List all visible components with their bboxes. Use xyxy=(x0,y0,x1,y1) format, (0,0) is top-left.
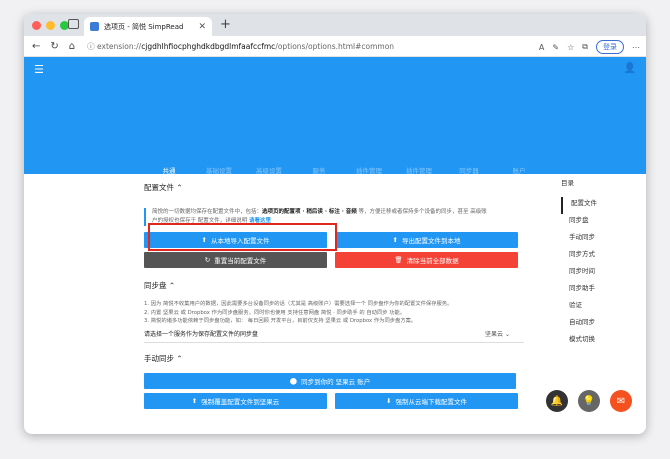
toc-item[interactable]: 同步盘 xyxy=(561,214,597,231)
toc-item[interactable]: 配置文件 xyxy=(561,197,597,214)
toc-item[interactable]: 同步方式 xyxy=(561,248,597,265)
tab-bar: 选项页 - 简悦 SimpRead ✕ + xyxy=(24,14,646,36)
collections-icon[interactable]: ⧉ xyxy=(582,42,588,52)
toc-item[interactable]: 验证 xyxy=(561,299,597,316)
address-bar-row: ← ↻ ⌂ ⓘ extension://cjgdhlhfiocphghdkdbg… xyxy=(24,36,646,57)
reset-config-button[interactable]: ↻ 重置当前配置文件 xyxy=(144,252,327,268)
config-section-title[interactable]: 配置文件 ⌃ xyxy=(144,182,524,196)
tab-actions-icon[interactable] xyxy=(68,19,79,29)
highlight-box xyxy=(148,223,337,251)
toc-item[interactable]: 模式切换 xyxy=(561,333,597,350)
force-upload-button[interactable]: ⬆ 强制覆盖配置文件到坚果云 xyxy=(144,392,327,409)
browser-window: 选项页 - 简悦 SimpRead ✕ + ← ↻ ⌂ ⓘ extension:… xyxy=(24,14,646,434)
export-config-button[interactable]: ⬆ 导出配置文件到本地 xyxy=(335,232,518,248)
login-button[interactable]: 登录 xyxy=(596,40,624,54)
minimize-window-button[interactable] xyxy=(46,20,55,30)
toc-item[interactable]: 手动同步 xyxy=(561,231,597,248)
force-download-button[interactable]: ⬇ 强制从云端下载配置文件 xyxy=(335,392,518,409)
reload-icon[interactable]: ↻ xyxy=(50,41,58,52)
sync-section-title[interactable]: 同步盘 ⌃ xyxy=(144,280,524,294)
home-icon[interactable]: ⌂ xyxy=(69,41,75,52)
extension-icon[interactable]: ✎ xyxy=(552,43,559,52)
sync-to-account-button[interactable]: ⬤ 同步到你的 坚果云 账户 xyxy=(144,372,516,389)
toc-item[interactable]: 自动同步 xyxy=(561,316,597,333)
clear-data-button[interactable]: 🗑 清除当前全部数据 xyxy=(335,252,518,268)
feedback-fab[interactable]: ✉ xyxy=(610,390,632,412)
toc-item[interactable]: 同步时间 xyxy=(561,265,597,282)
table-of-contents: 目录 配置文件 同步盘 手动同步 同步方式 同步时间 同步助手 验证 自动同步 … xyxy=(561,177,597,350)
back-icon[interactable]: ← xyxy=(32,41,40,52)
favicon-icon xyxy=(90,22,99,31)
tips-fab[interactable]: 💡 xyxy=(578,390,600,412)
notification-fab[interactable]: 🔔 xyxy=(546,390,568,412)
toc-title: 目录 xyxy=(561,179,574,187)
close-window-button[interactable] xyxy=(32,20,41,30)
header-banner: ☰ 👤 共通 基础设置 高级设置 服务 插件管理 插件管理 同步器 账户 xyxy=(24,57,646,183)
favorites-icon[interactable]: ☆ xyxy=(567,43,574,52)
menu-icon[interactable]: ☰ xyxy=(34,63,44,76)
new-tab-button[interactable]: + xyxy=(220,18,231,32)
toc-item[interactable]: 同步助手 xyxy=(561,282,597,299)
manual-sync-section-title[interactable]: 手动同步 ⌃ xyxy=(144,353,524,367)
read-aloud-icon[interactable]: A xyxy=(539,43,544,52)
more-icon[interactable]: ⋯ xyxy=(632,43,640,52)
url-field[interactable]: ⓘ extension://cjgdhlhfiocphghdkdbgdlmfaa… xyxy=(87,41,394,52)
sync-provider-select[interactable]: 请选择一个服务作为保存配置文件的同步盘 坚果云 ⌄ xyxy=(144,329,524,343)
sync-description: 1. 因为 简悦不收集用户的数据，因此需要多台设备同步的话（尤其是 高级账户）需… xyxy=(144,301,453,324)
main-content: 配置文件 ⌃ 简悦的一切数据均保存在配置文件中，包括：选项页的配置项 · 稍后读… xyxy=(144,174,524,409)
browser-tab[interactable]: 选项页 - 简悦 SimpRead ✕ xyxy=(84,17,212,36)
tab-title: 选项页 - 简悦 SimpRead xyxy=(104,22,184,31)
close-tab-icon[interactable]: ✕ xyxy=(198,22,206,32)
user-icon[interactable]: 👤 xyxy=(624,63,636,74)
